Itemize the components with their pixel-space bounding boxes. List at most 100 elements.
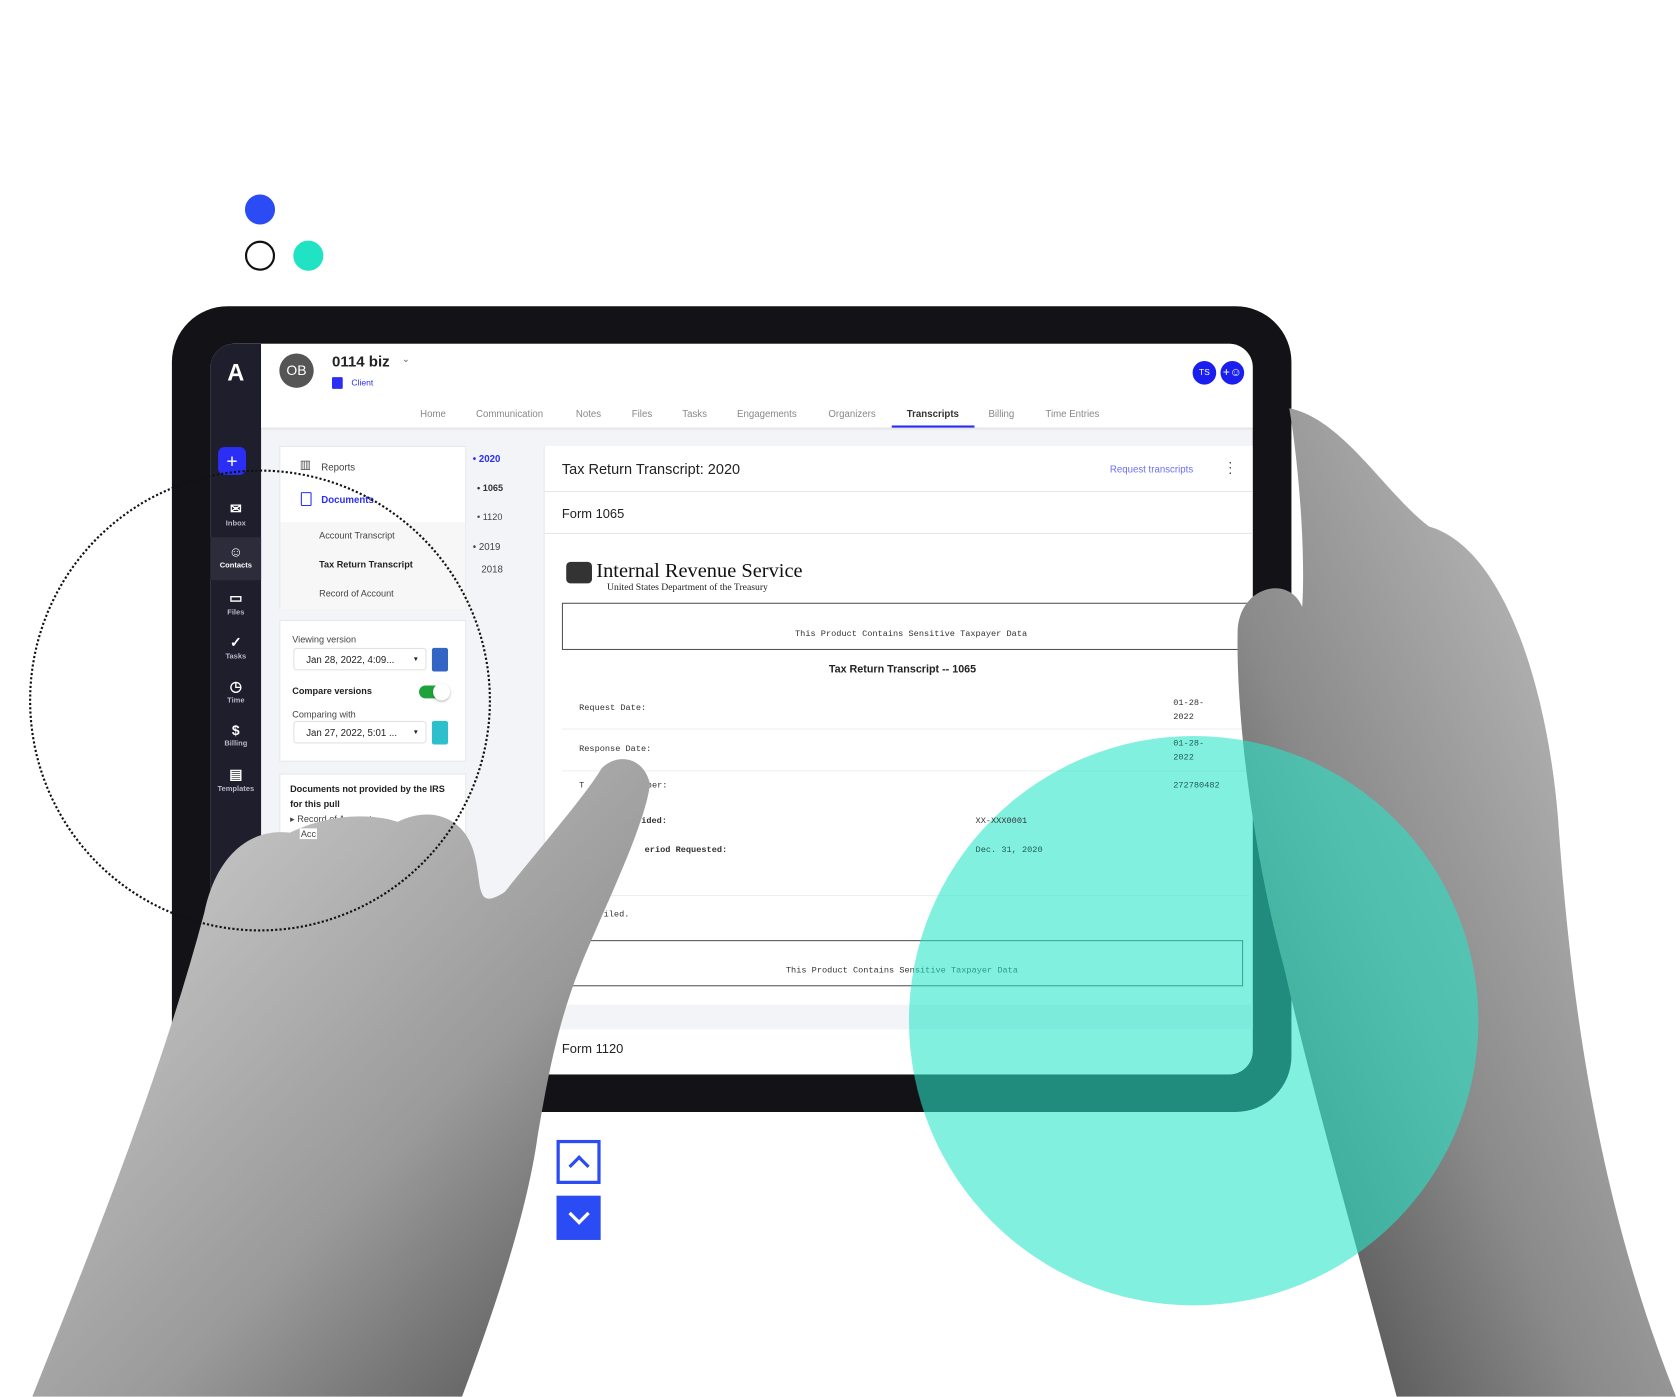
tax-period-label: eriod Requested: xyxy=(644,845,728,856)
tracking-label-end: ber: xyxy=(646,781,668,791)
irs-subtitle: United States Department of the Treasury xyxy=(607,581,768,592)
contacts-icon: ☺ xyxy=(228,543,243,560)
decor-dot-teal xyxy=(293,240,324,271)
doc-item[interactable]: Record of Account xyxy=(319,588,394,599)
client-title[interactable]: 0114 biz xyxy=(332,352,390,369)
building-icon xyxy=(331,377,343,389)
chevron-up-icon xyxy=(567,1155,590,1177)
active-tab-indicator xyxy=(891,425,975,428)
scroll-up-button[interactable] xyxy=(556,1139,601,1184)
compare-label: Compare versions xyxy=(292,685,372,697)
tab-time-entries[interactable]: Time Entries xyxy=(1045,408,1099,419)
bar-chart-icon: ▥ xyxy=(299,458,311,472)
caret-down-icon: ▼ xyxy=(412,729,420,736)
irs-seal-icon xyxy=(566,561,592,584)
nav-billing[interactable]: $ Billing xyxy=(211,722,261,748)
missing-doc-item[interactable]: Acc xyxy=(299,828,318,840)
request-transcripts-link[interactable]: Request transcripts xyxy=(1110,464,1193,475)
client-type: Client xyxy=(351,378,374,388)
avatar: OB xyxy=(279,353,314,388)
viewing-label: Viewing version xyxy=(292,633,357,645)
compare-toggle[interactable] xyxy=(419,683,451,701)
nav-inbox[interactable]: ✉ Inbox xyxy=(211,501,261,528)
nav-templates[interactable]: ▤ Templates xyxy=(211,766,261,793)
response-date-value: 01-28- 2022 xyxy=(1173,739,1205,763)
year-2019[interactable]: • 2019 xyxy=(473,541,501,552)
chevron-down-icon xyxy=(567,1203,590,1225)
tab-home[interactable]: Home xyxy=(420,408,446,419)
tax-period-value: Dec. 31, 2020 xyxy=(975,845,1043,856)
divider xyxy=(561,770,1250,772)
nav-time[interactable]: ◷ Time xyxy=(211,678,261,705)
more-options-icon[interactable]: · · · xyxy=(1228,454,1233,479)
viewing-color-swatch xyxy=(431,647,449,672)
documents-link[interactable]: Documents xyxy=(321,494,374,505)
section-gap xyxy=(544,1004,1253,1030)
dollar-icon: $ xyxy=(231,721,240,739)
form-1120-heading: Form 1120 xyxy=(561,1041,624,1057)
new-button[interactable]: + xyxy=(218,446,247,475)
year-2020[interactable]: • 2020 xyxy=(473,453,501,464)
templates-icon: ▤ xyxy=(229,766,243,783)
folder-icon: ▭ xyxy=(229,589,243,606)
request-date-label: Request Date: xyxy=(579,703,647,714)
version-card: Viewing version Jan 28, 2022, 4:09... ▼ C… xyxy=(279,619,467,762)
toggle-knob xyxy=(432,683,451,701)
logo: A xyxy=(227,358,245,386)
tablet-screen: A + ✉ Inbox ☺ Contacts ▭ Files ✓ Tasks ◷ Time… xyxy=(210,343,1253,1075)
tracking-label: T xyxy=(579,781,585,791)
doc-sublist: Account Transcript Tax Return Transcript… xyxy=(280,522,466,610)
missing-docs-title: Documents not provided by the IRS for th… xyxy=(290,783,445,810)
year-2018[interactable]: 2018 xyxy=(481,564,503,575)
add-user-icon[interactable]: +☺ xyxy=(1220,360,1245,385)
transcript-title: Tax Return Transcript: 2020 xyxy=(561,460,741,478)
reports-link[interactable]: Reports xyxy=(321,462,355,473)
sensitive-banner-bottom: This Product Contains Sensitive Taxpayer… xyxy=(561,940,1244,987)
form-1065-link[interactable]: • 1065 xyxy=(477,482,503,493)
stage: A + ✉ Inbox ☺ Contacts ▭ Files ✓ Tasks ◷ Time… xyxy=(0,0,1676,1397)
header: OB 0114 biz ⌄ Client TS +☺ Home Communic… xyxy=(261,343,1253,428)
comparing-version-select[interactable]: Jan 27, 2022, 5:01 ... ▼ xyxy=(293,720,427,744)
response-date-label: Response Date: xyxy=(579,744,652,755)
scroll-down-button[interactable] xyxy=(556,1195,601,1240)
doc-title: Tax Return Transcript -- 1065 xyxy=(828,663,977,676)
document-nav-card: ▥ Reports Documents Account Transcript T… xyxy=(279,445,467,610)
tab-tasks[interactable]: Tasks xyxy=(682,408,707,419)
viewing-version-select[interactable]: Jan 28, 2022, 4:09... ▼ xyxy=(293,647,427,671)
decor-dot-blue xyxy=(244,194,276,225)
decor-dot-outline xyxy=(244,240,276,271)
comparing-label: Comparing with xyxy=(292,709,356,720)
side-nav: A + ✉ Inbox ☺ Contacts ▭ Files ✓ Tasks ◷ Time… xyxy=(210,343,262,1075)
chevron-down-icon[interactable]: ⌄ xyxy=(402,353,410,365)
sensitive-banner-top: This Product Contains Sensitive Taxpayer… xyxy=(561,602,1253,651)
missing-doc-item[interactable]: ▸ Record of Account xyxy=(290,813,372,825)
tab-organizers[interactable]: Organizers xyxy=(828,408,875,419)
tab-billing[interactable]: Billing xyxy=(988,408,1014,419)
divider xyxy=(561,894,1250,897)
tin-value: XX-XXX0001 xyxy=(975,816,1028,827)
check-circle-icon: ✓ xyxy=(229,633,242,651)
tab-transcripts[interactable]: Transcripts xyxy=(907,408,959,419)
nav-tasks[interactable]: ✓ Tasks xyxy=(211,634,261,661)
irs-name: Internal Revenue Service xyxy=(596,559,803,583)
timer-icon: ◷ xyxy=(229,677,242,695)
tab-files[interactable]: Files xyxy=(632,408,652,419)
envelope-icon: ✉ xyxy=(229,500,242,517)
form-1120-link[interactable]: • 1120 xyxy=(477,511,502,522)
nav-files[interactable]: ▭ Files xyxy=(211,590,261,617)
divider xyxy=(544,491,1253,493)
transcript-card: Tax Return Transcript: 2020 Request tran… xyxy=(543,445,1253,1075)
nav-contacts[interactable]: ☺ Contacts xyxy=(210,537,262,581)
tab-notes[interactable]: Notes xyxy=(576,408,601,419)
divider xyxy=(544,532,1253,534)
form-1065-heading: Form 1065 xyxy=(561,506,625,522)
doc-item[interactable]: Account Transcript xyxy=(319,530,395,541)
filed-note: filed. xyxy=(598,910,630,920)
doc-item-selected[interactable]: Tax Return Transcript xyxy=(319,559,413,570)
tab-communication[interactable]: Communication xyxy=(476,408,543,419)
user-avatar[interactable]: TS xyxy=(1192,360,1217,385)
document-icon xyxy=(300,492,312,507)
tab-engagements[interactable]: Engagements xyxy=(737,408,797,419)
comparing-color-swatch xyxy=(431,720,449,745)
request-date-value: 01-28- 2022 xyxy=(1173,698,1205,722)
